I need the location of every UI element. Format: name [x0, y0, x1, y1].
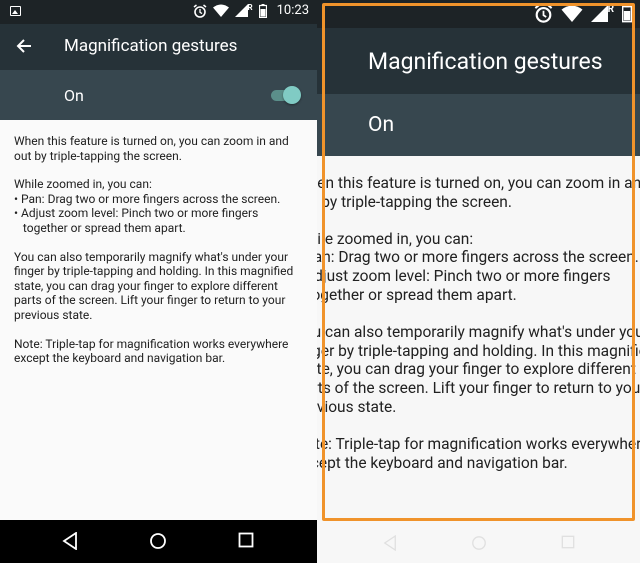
switch-label: On — [64, 86, 84, 105]
paragraph-zoomed: While zoomed in, you can: • Pan: Drag tw… — [14, 177, 281, 235]
back-arrow-icon[interactable] — [14, 36, 34, 56]
master-switch-bar-magnified[interactable]: On — [317, 94, 640, 156]
battery-icon — [258, 3, 267, 18]
wifi-icon — [561, 5, 583, 22]
status-bar: R 10:23 — [0, 0, 317, 24]
navigation-bar — [0, 520, 317, 563]
paragraph-note: Note: Triple-tap for magnification works… — [14, 336, 289, 366]
nav-back-icon[interactable] — [383, 535, 397, 551]
app-toolbar: Magnification gestures — [0, 24, 317, 70]
paragraph-intro-magnified: When this feature is turned on, you can … — [317, 174, 640, 211]
signal-icon — [590, 5, 608, 22]
paragraph-intro: When this feature is turned on, you can … — [14, 134, 289, 163]
toggle-switch[interactable] — [271, 86, 301, 104]
signal-badge: R — [247, 3, 253, 12]
alarm-icon — [193, 3, 206, 18]
description-text: When this feature is turned on, you can … — [14, 134, 306, 380]
nav-back-icon[interactable] — [62, 532, 78, 550]
alarm-icon — [534, 4, 552, 23]
wifi-icon — [212, 4, 229, 17]
page-title: Magnification gestures — [64, 36, 238, 56]
signal-icon — [234, 4, 248, 17]
status-time: 10:23 — [276, 3, 309, 18]
magnified-view-panel: R Magnification gestures On When this fe… — [317, 0, 640, 563]
status-icons: R 10:23 — [193, 3, 309, 18]
nav-recents-icon[interactable] — [561, 535, 575, 549]
paragraph-temporary-magnified: You can also temporarily magnify what's … — [317, 322, 640, 416]
battery-icon — [622, 4, 632, 23]
paragraph-note-magnified: Note: Triple-tap for magnification works… — [317, 434, 640, 472]
page-title-magnified: Magnification gestures — [368, 48, 603, 75]
image-icon — [10, 6, 21, 16]
status-bar-magnified: R — [317, 0, 640, 28]
navigation-bar-magnified — [317, 521, 640, 563]
nav-home-icon[interactable] — [149, 532, 167, 550]
switch-label-magnified: On — [368, 113, 395, 137]
status-icons-magnified: R — [534, 4, 632, 23]
master-switch-bar[interactable]: On — [0, 70, 317, 120]
paragraph-zoomed-magnified: While zoomed in, you can: • Pan: Drag tw… — [317, 229, 639, 304]
paragraph-temporary: You can also temporarily magnify what's … — [14, 249, 294, 322]
app-toolbar-magnified: Magnification gestures — [317, 28, 640, 94]
description-text-magnified: When this feature is turned on, you can … — [317, 174, 640, 519]
normal-view-panel: R 10:23 Magnification gestures On When t… — [0, 0, 317, 563]
signal-badge: R — [607, 4, 614, 15]
nav-recents-icon[interactable] — [238, 532, 254, 548]
nav-home-icon[interactable] — [471, 535, 487, 551]
